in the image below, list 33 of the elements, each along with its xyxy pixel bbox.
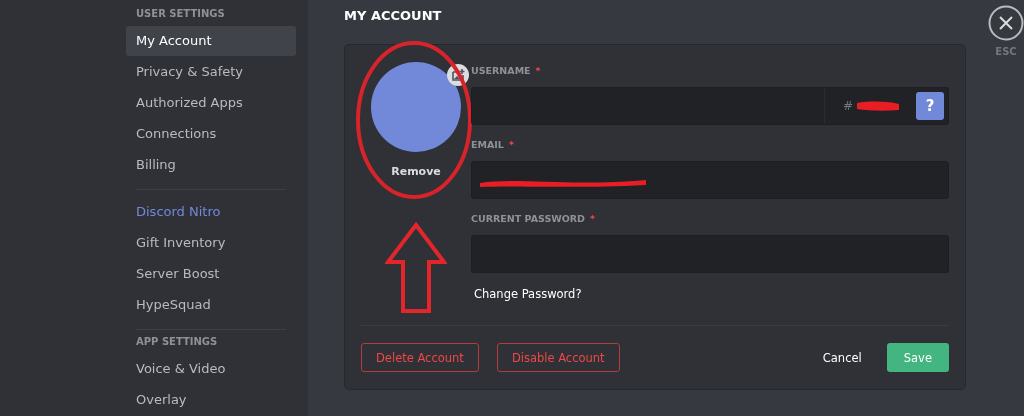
sidebar-item[interactable]: Gift Inventory <box>126 227 296 258</box>
sidebar-item[interactable]: Connections <box>126 118 296 149</box>
section-header: USER SETTINGS <box>135 8 226 21</box>
field-label: CURRENT PASSWORD <box>471 213 585 226</box>
account-button[interactable]: Disable Account <box>496 343 620 372</box>
esc-label: ESC <box>995 46 1017 57</box>
close-icon[interactable] <box>988 5 1024 41</box>
required-mark: * <box>508 139 514 152</box>
sidebar-item[interactable]: Privacy & Safety <box>126 56 296 87</box>
section-header: APP SETTINGS <box>135 336 219 350</box>
sidebar-item[interactable]: Server Boost <box>126 258 296 289</box>
image-upload-icon[interactable] <box>447 64 469 86</box>
sidebar-item[interactable]: My Account <box>126 25 296 56</box>
required-mark: * <box>535 65 541 78</box>
redaction-mark <box>855 100 902 112</box>
avatar[interactable] <box>371 62 461 152</box>
cancel-button[interactable]: Cancel <box>817 343 867 372</box>
sidebar-item[interactable]: Authorized Apps <box>126 87 296 118</box>
sidebar-item[interactable]: Billing <box>126 149 296 180</box>
account-button[interactable]: Delete Account <box>361 343 479 372</box>
input-field[interactable] <box>471 161 949 199</box>
remove-link[interactable]: Remove <box>391 165 441 178</box>
page-title: MY ACCOUNT <box>344 7 443 25</box>
sidebar-item[interactable]: Overlay <box>126 385 296 415</box>
sidebar-item[interactable]: HypeSquad <box>126 289 296 320</box>
sidebar-item[interactable]: Voice & Video <box>126 354 296 384</box>
change-password-link[interactable]: Change Password? <box>474 287 949 301</box>
field-label: USERNAME <box>471 65 531 78</box>
sidebar-item[interactable]: Discord Nitro <box>126 196 296 227</box>
field-label: EMAIL <box>471 139 504 152</box>
discriminator-prefix: # <box>843 99 854 113</box>
required-mark: * <box>590 213 595 226</box>
input-field[interactable]: # ? <box>471 87 949 125</box>
